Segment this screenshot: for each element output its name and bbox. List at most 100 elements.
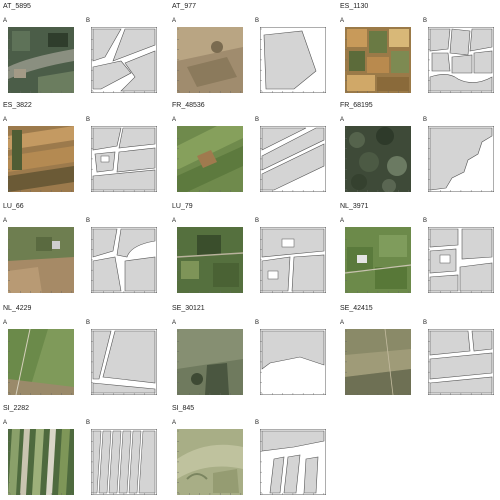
parcel-mask-graphic: [260, 329, 326, 395]
figure-cell-fr-68195: FR_68195 A B: [340, 102, 500, 197]
panel-a-label: A: [340, 18, 345, 24]
parcel-mask: [91, 126, 157, 192]
aerial-image: [345, 329, 411, 395]
aerial-image: [177, 126, 243, 192]
panel-b-label: B: [423, 117, 428, 123]
parcel-mask-graphic: [260, 429, 326, 495]
aerial-image-graphic: [177, 329, 243, 395]
aerial-image: [345, 227, 411, 293]
aerial-image: [8, 227, 74, 293]
figure-cell-es-1130: ES_1130 A B: [340, 3, 500, 98]
parcel-mask: [91, 429, 157, 495]
panel-a-label: A: [3, 18, 8, 24]
aerial-image-graphic: [8, 126, 74, 192]
panel-b-label: B: [423, 320, 428, 326]
parcel-mask: [260, 329, 326, 395]
panel-a-label: A: [172, 117, 177, 123]
parcel-mask: [260, 429, 326, 495]
panel-b-label: B: [86, 420, 91, 426]
panel-b-label: B: [86, 320, 91, 326]
figure-cell-si-845: SI_845 A B: [172, 405, 332, 500]
cell-title: NL_3971: [340, 203, 369, 210]
panel-b-label: B: [255, 117, 260, 123]
cell-title: NL_4229: [3, 305, 32, 312]
figure-cell-at-5895: AT_5895 A B: [3, 3, 163, 98]
parcel-mask: [260, 27, 326, 93]
cell-title: FR_48536: [172, 102, 205, 109]
cell-title: LU_66: [3, 203, 24, 210]
parcel-mask-graphic: [260, 126, 326, 192]
aerial-image-graphic: [345, 27, 411, 93]
cell-title: FR_68195: [340, 102, 373, 109]
parcel-mask-graphic: [91, 329, 157, 395]
parcel-mask: [428, 329, 494, 395]
cell-title: LU_79: [172, 203, 193, 210]
parcel-mask-graphic: [260, 27, 326, 93]
parcel-mask: [91, 329, 157, 395]
aerial-image-graphic: [345, 126, 411, 192]
parcel-mask: [428, 27, 494, 93]
cell-title: ES_1130: [340, 3, 369, 10]
panel-a-label: A: [172, 218, 177, 224]
panel-a-label: A: [172, 320, 177, 326]
figure-cell-se-30121: SE_30121 A B: [172, 305, 332, 400]
figure-cell-si-2282: SI_2282 A B: [3, 405, 163, 500]
aerial-image-graphic: [345, 329, 411, 395]
parcel-mask-graphic: [91, 27, 157, 93]
aerial-image: [345, 27, 411, 93]
panel-b-label: B: [86, 218, 91, 224]
aerial-image: [8, 27, 74, 93]
panel-b-label: B: [423, 18, 428, 24]
panel-a-label: A: [340, 320, 345, 326]
parcel-mask: [428, 227, 494, 293]
figure-cell-fr-48536: FR_48536 A B: [172, 102, 332, 197]
aerial-image: [177, 27, 243, 93]
cell-title: ES_3822: [3, 102, 32, 109]
aerial-image: [8, 126, 74, 192]
figure-cell-lu-66: LU_66 A B: [3, 203, 163, 298]
parcel-mask-graphic: [428, 329, 494, 395]
aerial-image: [8, 329, 74, 395]
figure-cell-at-977: AT_977 A B: [172, 3, 332, 98]
panel-a-label: A: [340, 218, 345, 224]
panel-b-label: B: [255, 218, 260, 224]
panel-a-label: A: [172, 420, 177, 426]
aerial-image-graphic: [8, 429, 74, 495]
aerial-image-graphic: [177, 227, 243, 293]
parcel-mask: [260, 126, 326, 192]
figure-cell-lu-79: LU_79 A B: [172, 203, 332, 298]
aerial-image-graphic: [8, 329, 74, 395]
cell-title: AT_5895: [3, 3, 31, 10]
parcel-mask-graphic: [260, 227, 326, 293]
figure-cell-nl-3971: NL_3971 A B: [340, 203, 500, 298]
panel-b-label: B: [423, 218, 428, 224]
parcel-mask: [428, 126, 494, 192]
panel-b-label: B: [255, 420, 260, 426]
panel-a-label: A: [3, 420, 8, 426]
parcel-mask-graphic: [91, 126, 157, 192]
panel-a-label: A: [172, 18, 177, 24]
aerial-image-graphic: [8, 27, 74, 93]
figure-cell-se-42415: SE_42415 A B: [340, 305, 500, 400]
cell-title: SI_2282: [3, 405, 30, 412]
panel-b-label: B: [86, 18, 91, 24]
aerial-image-graphic: [177, 126, 243, 192]
cell-title: SE_42415: [340, 305, 373, 312]
panel-b-label: B: [255, 18, 260, 24]
aerial-image: [177, 429, 243, 495]
figure-cell-es-3822: ES_3822 A B: [3, 102, 163, 197]
parcel-mask-graphic: [91, 429, 157, 495]
parcel-mask-graphic: [428, 27, 494, 93]
parcel-mask-graphic: [428, 126, 494, 192]
parcel-mask-graphic: [428, 227, 494, 293]
aerial-image-graphic: [177, 27, 243, 93]
aerial-image-graphic: [345, 227, 411, 293]
panel-b-label: B: [86, 117, 91, 123]
panel-a-label: A: [3, 218, 8, 224]
aerial-image: [177, 329, 243, 395]
aerial-image: [8, 429, 74, 495]
cell-title: SI_845: [172, 405, 195, 412]
cell-title: SE_30121: [172, 305, 205, 312]
panel-a-label: A: [3, 320, 8, 326]
figure-cell-nl-4229: NL_4229 A B: [3, 305, 163, 400]
